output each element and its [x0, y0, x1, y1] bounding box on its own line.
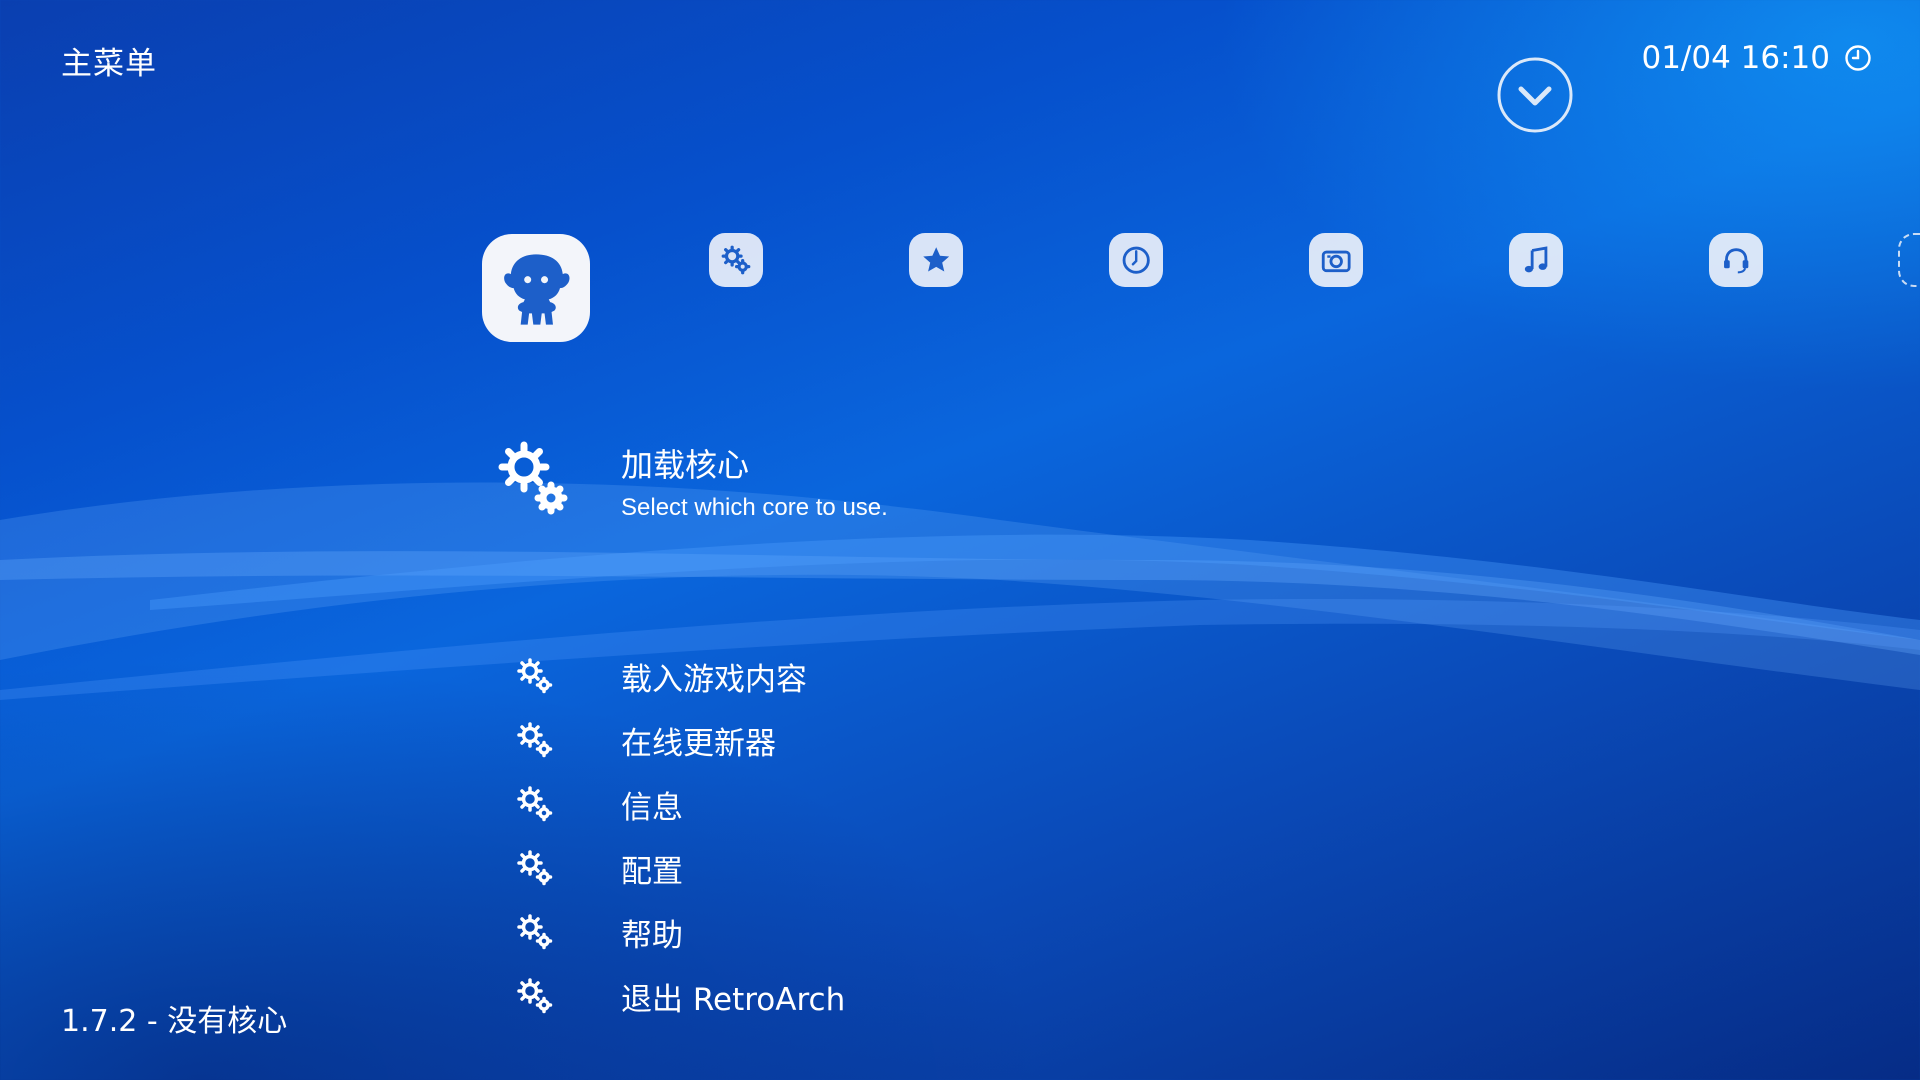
selected-menu-entry[interactable]: 加载核心 Select which core to use.: [498, 440, 1498, 530]
main-menu-list: 载入游戏内容 在线更新器 信息 配置 帮助 退出 RetroArch: [516, 644, 1316, 1028]
gears-icon: [517, 978, 553, 1014]
menu-item-configuration[interactable]: 配置: [516, 836, 1316, 900]
menu-item-online-updater[interactable]: 在线更新器: [516, 708, 1316, 772]
version-status: 1.7.2 - 没有核心: [61, 1004, 288, 1039]
menu-item-quit-retroarch[interactable]: 退出 RetroArch: [516, 964, 1316, 1028]
tab-more[interactable]: [1898, 233, 1920, 287]
gears-icon: [517, 850, 553, 886]
menu-item-information[interactable]: 信息: [516, 772, 1316, 836]
menu-item-load-content[interactable]: 载入游戏内容: [516, 644, 1316, 708]
tab-music[interactable]: [1509, 233, 1563, 287]
tab-history[interactable]: [1109, 233, 1163, 287]
gears-icon: [517, 658, 553, 694]
music-note-icon: [1524, 246, 1548, 273]
selected-entry-label: 加载核心: [621, 446, 750, 484]
load-core-gears-icon: [498, 441, 568, 515]
menu-item-label: 退出 RetroArch: [621, 981, 846, 1018]
tab-settings[interactable]: [709, 233, 763, 287]
tab-images[interactable]: [1309, 233, 1363, 287]
gears-icon: [517, 722, 553, 758]
menu-item-help[interactable]: 帮助: [516, 900, 1316, 964]
menu-item-label: 信息: [621, 789, 683, 826]
retroarch-mascot-icon: [504, 254, 570, 325]
menu-item-label: 帮助: [621, 917, 683, 954]
gears-icon: [517, 914, 553, 950]
menu-item-label: 配置: [621, 853, 683, 890]
menu-item-label: 在线更新器: [621, 725, 776, 762]
settings-gears-icon: [721, 245, 751, 275]
clock-icon: [1122, 246, 1150, 274]
gears-icon: [517, 786, 553, 822]
menu-item-label: 载入游戏内容: [621, 661, 807, 698]
headset-icon: [1723, 248, 1749, 274]
star-icon: [923, 247, 949, 272]
camera-icon: [1321, 250, 1351, 272]
tab-main-menu[interactable]: [482, 234, 590, 342]
tab-netplay[interactable]: [1709, 233, 1763, 287]
tab-favorites[interactable]: [909, 233, 963, 287]
selected-entry-description: Select which core to use.: [621, 494, 888, 521]
category-tabs: [0, 0, 1920, 360]
